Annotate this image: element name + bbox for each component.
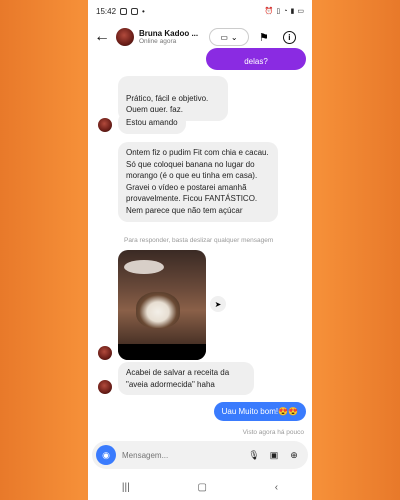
recent-apps-icon[interactable]: ||| xyxy=(122,482,130,493)
message-text: Uau Muito bom!😍😍 xyxy=(221,407,298,416)
phone-screen: 15:42 • ⏰ ▯ ◔ ▮ ▭ ← Bruna Kadoo ... Onli… xyxy=(88,0,312,500)
sent-message-bubble[interactable]: Uau Muito bom!😍😍 xyxy=(213,402,306,421)
sender-avatar xyxy=(98,380,112,394)
media-caption-bar xyxy=(118,344,206,360)
media-pudding xyxy=(136,292,180,328)
message-composer: ◉ 🎙 ▣ ⊕ xyxy=(92,441,308,469)
wifi-icon: ◔ xyxy=(283,7,288,15)
video-camera-icon: ▭ xyxy=(220,32,228,42)
media-plate xyxy=(124,260,164,274)
contact-name: Bruna Kadoo ... xyxy=(139,28,199,38)
message-input[interactable] xyxy=(122,450,244,460)
message-text: Ontem fiz o pudim Fit com chia e cacau. … xyxy=(126,148,269,215)
message-text: delas? xyxy=(244,57,268,66)
camera-icon[interactable]: ◉ xyxy=(96,445,116,465)
status-bar: 15:42 • ⏰ ▯ ◔ ▮ ▭ xyxy=(88,0,312,22)
signal-icon: ▮ xyxy=(290,8,295,15)
status-time: 15:42 xyxy=(96,6,117,16)
sent-message-bubble[interactable]: delas? xyxy=(206,48,306,70)
battery-icon: ▭ xyxy=(297,8,304,15)
vibrate-icon: ▯ xyxy=(276,8,281,15)
gallery-icon[interactable]: ▣ xyxy=(264,450,284,461)
seen-status: Visto agora há pouco xyxy=(242,429,304,436)
avatar[interactable] xyxy=(116,28,134,46)
flag-icon[interactable]: ⚑ xyxy=(259,31,269,44)
sender-avatar xyxy=(98,118,112,132)
info-icon[interactable]: i xyxy=(282,30,296,44)
video-call-button[interactable]: ▭ ⌄ xyxy=(209,28,249,46)
alarm-icon: ⏰ xyxy=(264,8,274,15)
home-icon[interactable]: ▢ xyxy=(197,482,206,493)
arrow-left-icon[interactable]: ← xyxy=(94,28,116,46)
received-message-bubble[interactable]: Acabei de salvar a receita da "aveia ado… xyxy=(118,362,254,396)
microphone-icon[interactable]: 🎙 xyxy=(244,450,264,461)
more-dot-icon: • xyxy=(142,6,145,16)
back-nav-icon[interactable]: ‹ xyxy=(275,482,278,493)
message-text: Acabei de salvar a receita da "aveia ado… xyxy=(126,368,230,389)
contact-status: Online agora xyxy=(139,37,177,45)
system-nav-bar: ||| ▢ ‹ xyxy=(88,474,312,500)
received-message-bubble[interactable]: Ontem fiz o pudim Fit com chia e cacau. … xyxy=(118,142,278,222)
message-text: Estou amando xyxy=(126,118,178,127)
instagram-icon xyxy=(120,7,128,15)
chevron-down-icon: ⌄ xyxy=(230,32,238,42)
sender-avatar xyxy=(98,346,112,360)
contact-info[interactable]: Bruna Kadoo ... Online agora xyxy=(139,29,203,46)
shared-media[interactable] xyxy=(118,250,206,360)
camera-notif-icon xyxy=(131,7,139,15)
reply-hint: Para responder, basta deslizar qualquer … xyxy=(124,237,274,244)
add-icon[interactable]: ⊕ xyxy=(284,450,304,461)
received-message-bubble[interactable]: Estou amando xyxy=(118,112,186,134)
share-icon[interactable]: ➤ xyxy=(210,296,226,312)
